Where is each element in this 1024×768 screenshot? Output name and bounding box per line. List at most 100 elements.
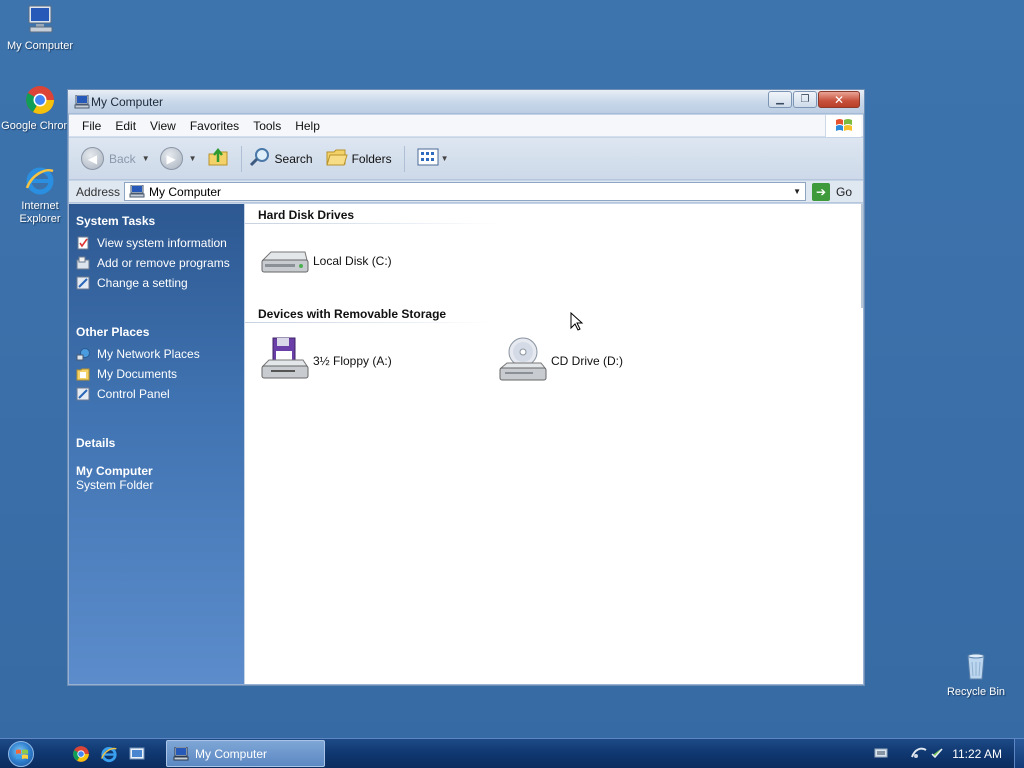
system-tray: 11:22 AM — [874, 739, 1024, 768]
views-button[interactable]: ▼ — [417, 148, 453, 169]
window-title: My Computer — [91, 95, 164, 109]
minimize-button[interactable]: ▁ — [768, 91, 792, 108]
search-button[interactable]: Search — [248, 146, 313, 171]
back-arrow-icon: ◀ — [81, 147, 104, 170]
scrollbar[interactable] — [861, 204, 863, 308]
back-dropdown-icon[interactable]: ▼ — [142, 154, 150, 163]
folders-icon — [325, 146, 349, 171]
title-bar[interactable]: My Computer ▁ ❐ ✕ — [68, 90, 864, 114]
views-dropdown-icon: ▼ — [440, 154, 449, 163]
hard-disk-icon — [259, 236, 311, 286]
windows-logo-icon — [16, 749, 28, 759]
place-label: My Network Places — [97, 346, 200, 361]
up-button[interactable] — [207, 146, 229, 171]
close-icon: ✕ — [833, 92, 845, 107]
desktop-icon-label: Recycle Bin — [946, 686, 1006, 698]
task-label: Change a setting — [97, 275, 188, 290]
search-label: Search — [274, 151, 313, 166]
desktop-icon-recycle-bin[interactable]: Recycle Bin — [936, 650, 1016, 699]
system-tasks-title: System Tasks — [76, 214, 156, 228]
control-panel-icon — [76, 387, 90, 401]
volume-icon[interactable] — [930, 746, 944, 763]
maximize-button[interactable]: ❐ — [793, 91, 817, 108]
start-button[interactable] — [8, 741, 34, 767]
details-name: My Computer — [76, 464, 153, 478]
drive-label: 3½ Floppy (A:) — [313, 354, 392, 368]
desktop-icon — [129, 747, 145, 760]
internet-explorer-icon — [101, 746, 117, 763]
taskbar-button-label: My Computer — [195, 746, 268, 761]
chrome-icon — [73, 746, 89, 762]
search-icon — [248, 146, 272, 171]
task-add-remove-programs[interactable]: Add or remove programs — [76, 255, 230, 270]
forward-button[interactable]: ▶ ▼ — [159, 147, 201, 170]
quicklaunch-chrome[interactable] — [72, 745, 90, 763]
place-control-panel[interactable]: Control Panel — [76, 387, 200, 401]
drive-cd-d[interactable]: CD Drive (D:) — [497, 336, 623, 386]
menu-view[interactable]: View — [143, 119, 183, 133]
network-icon[interactable] — [910, 745, 928, 764]
place-my-network-places[interactable]: My Network Places — [76, 346, 200, 361]
my-computer-window: My Computer ▁ ❐ ✕ File Edit View Favorit… — [67, 89, 865, 686]
address-field[interactable]: My Computer ▼ — [124, 182, 807, 201]
address-dropdown-icon[interactable]: ▼ — [790, 184, 804, 199]
task-label: Add or remove programs — [97, 255, 230, 270]
toolbar-separator — [403, 145, 405, 172]
drive-floppy-a[interactable]: 3½ Floppy (A:) — [259, 336, 392, 386]
address-value: My Computer — [149, 184, 222, 199]
add-remove-programs-icon — [76, 256, 90, 270]
show-desktop-button[interactable] — [1014, 739, 1024, 768]
other-places-section: Other Places My Network Places My Docume… — [76, 325, 200, 401]
restore-icon: ❐ — [800, 94, 810, 105]
keyboard-icon[interactable] — [874, 748, 888, 761]
menu-favorites[interactable]: Favorites — [183, 119, 246, 133]
drive-label: CD Drive (D:) — [551, 354, 623, 368]
my-documents-icon — [76, 367, 90, 381]
close-button[interactable]: ✕ — [818, 91, 860, 108]
quicklaunch-show-desktop[interactable] — [128, 745, 146, 763]
address-label: Address — [76, 184, 121, 199]
menu-edit[interactable]: Edit — [108, 119, 143, 133]
back-button[interactable]: ◀ Back ▼ — [81, 147, 154, 170]
chrome-icon — [24, 84, 56, 116]
mouse-cursor-icon — [570, 311, 584, 335]
place-my-documents[interactable]: My Documents — [76, 366, 200, 381]
group-hard-disk-drives: Hard Disk Drives — [258, 208, 355, 222]
my-computer-icon — [129, 184, 145, 198]
folders-label: Folders — [351, 151, 392, 166]
quicklaunch-internet-explorer[interactable] — [100, 745, 118, 763]
task-view-system-information[interactable]: View system information — [76, 236, 230, 250]
floppy-drive-icon — [259, 336, 311, 386]
windows-logo-icon — [825, 115, 861, 137]
back-label: Back — [109, 151, 136, 166]
desktop-icon-my-computer[interactable]: My Computer — [0, 4, 80, 53]
group-divider — [245, 322, 490, 323]
address-bar: Address My Computer ▼ ➔ Go — [69, 181, 863, 203]
menu-help[interactable]: Help — [288, 119, 327, 133]
desktop-icon-label: My Computer — [6, 40, 74, 52]
drive-local-disk-c[interactable]: Local Disk (C:) — [259, 236, 392, 286]
up-folder-icon — [207, 146, 229, 171]
place-label: My Documents — [97, 366, 178, 381]
taskbar: My Computer 11:22 AM — [0, 738, 1024, 768]
other-places-title: Other Places — [76, 325, 150, 339]
drive-label: Local Disk (C:) — [313, 254, 392, 268]
forward-dropdown-icon[interactable]: ▼ — [189, 154, 197, 163]
recycle-bin-icon — [960, 650, 992, 682]
folders-button[interactable]: Folders — [325, 146, 392, 171]
details-title: Details — [76, 436, 116, 450]
control-panel-icon — [76, 276, 90, 290]
go-arrow-icon: ➔ — [812, 182, 831, 201]
details-type: System Folder — [76, 478, 154, 492]
forward-arrow-icon: ▶ — [159, 147, 183, 170]
menu-tools[interactable]: Tools — [246, 119, 288, 133]
system-info-icon — [76, 236, 90, 250]
go-button[interactable]: ➔ Go — [812, 182, 852, 201]
details-section: Details My Computer System Folder — [76, 436, 153, 492]
taskbar-button-my-computer[interactable]: My Computer — [166, 740, 325, 767]
content-area: Hard Disk Drives Local Disk (C:) Devices… — [245, 204, 863, 684]
clock[interactable]: 11:22 AM — [952, 747, 1002, 761]
task-change-setting[interactable]: Change a setting — [76, 275, 230, 290]
toolbar: ◀ Back ▼ ▶ ▼ Search Folders ▼ — [69, 138, 863, 180]
menu-file[interactable]: File — [75, 119, 108, 133]
